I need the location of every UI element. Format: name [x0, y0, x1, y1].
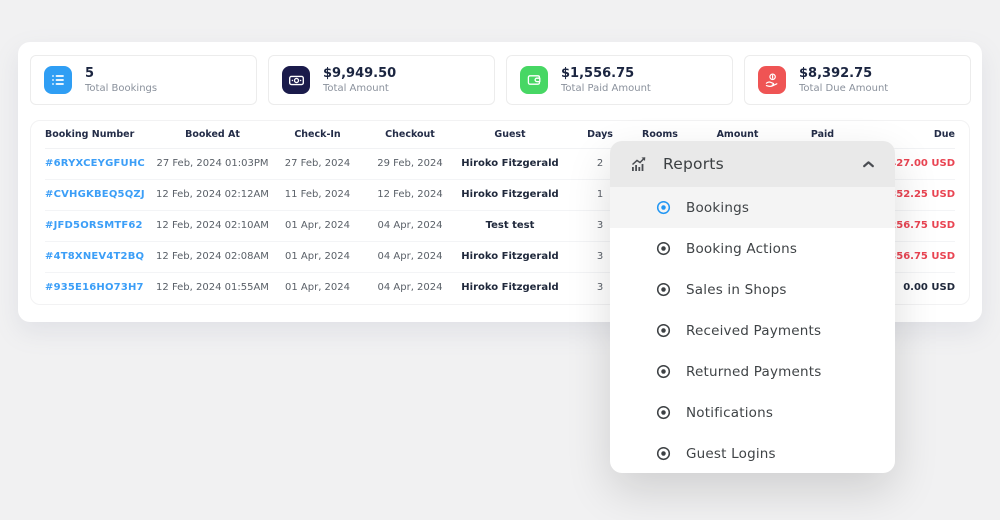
- chevron-up-icon: [862, 160, 875, 169]
- menu-item-label: Bookings: [686, 200, 749, 216]
- banknote-icon: [282, 66, 310, 94]
- menu-item-notifications[interactable]: Notifications: [610, 392, 895, 433]
- wallet-icon: [520, 66, 548, 94]
- guest-name: Hiroko Fitzgerald: [455, 272, 565, 303]
- stat-card-total-due: $8,392.75 Total Due Amount: [744, 55, 971, 105]
- reports-dropdown: Reports Bookings Booking Actions Sales i…: [610, 141, 895, 473]
- col-guest: Guest: [455, 121, 565, 148]
- menu-item-label: Received Payments: [686, 323, 821, 339]
- menu-item-bookings[interactable]: Bookings: [610, 187, 895, 228]
- radio-icon: [656, 323, 671, 338]
- booking-number-link[interactable]: #CVHGKBEQ5QZJ: [45, 179, 155, 210]
- col-booking-number: Booking Number: [45, 121, 155, 148]
- menu-item-label: Returned Payments: [686, 364, 822, 380]
- menu-item-sales-in-shops[interactable]: Sales in Shops: [610, 269, 895, 310]
- menu-item-returned-payments[interactable]: Returned Payments: [610, 351, 895, 392]
- chart-icon: [630, 155, 648, 173]
- stat-value: $8,392.75: [799, 66, 888, 82]
- booked-at: 27 Feb, 2024 01:03PM: [155, 148, 270, 179]
- radio-icon: [656, 282, 671, 297]
- stat-label: Total Paid Amount: [561, 83, 651, 94]
- menu-item-label: Guest Logins: [686, 446, 776, 462]
- menu-item-label: Notifications: [686, 405, 773, 421]
- booking-number-link[interactable]: #935E16HO73H7: [45, 272, 155, 303]
- booked-at: 12 Feb, 2024 01:55AM: [155, 272, 270, 303]
- stat-value: $9,949.50: [323, 66, 396, 82]
- stat-label: Total Bookings: [85, 83, 157, 94]
- col-booked-at: Booked At: [155, 121, 270, 148]
- check-in: 27 Feb, 2024: [270, 148, 365, 179]
- radio-icon: [656, 446, 671, 461]
- booking-number-link[interactable]: #JFD5ORSMTF62: [45, 210, 155, 241]
- radio-icon: [656, 364, 671, 379]
- menu-item-guest-logins[interactable]: Guest Logins: [610, 433, 895, 473]
- list-icon: [44, 66, 72, 94]
- stat-cards-row: 5 Total Bookings $9,949.50 Total Amount: [30, 55, 971, 105]
- stat-value: 5: [85, 66, 157, 82]
- reports-dropdown-header[interactable]: Reports: [610, 141, 895, 187]
- checkout: 04 Apr, 2024: [365, 210, 455, 241]
- booked-at: 12 Feb, 2024 02:08AM: [155, 241, 270, 272]
- checkout: 04 Apr, 2024: [365, 272, 455, 303]
- check-in: 11 Feb, 2024: [270, 179, 365, 210]
- radio-icon: [656, 200, 671, 215]
- checkout: 04 Apr, 2024: [365, 241, 455, 272]
- menu-item-booking-actions[interactable]: Booking Actions: [610, 228, 895, 269]
- reports-dropdown-title: Reports: [663, 155, 724, 173]
- menu-item-label: Sales in Shops: [686, 282, 787, 298]
- stat-card-total-amount: $9,949.50 Total Amount: [268, 55, 495, 105]
- guest-name: Hiroko Fitzgerald: [455, 148, 565, 179]
- menu-item-received-payments[interactable]: Received Payments: [610, 310, 895, 351]
- col-check-in: Check-In: [270, 121, 365, 148]
- stat-label: Total Amount: [323, 83, 396, 94]
- radio-icon: [656, 241, 671, 256]
- check-in: 01 Apr, 2024: [270, 241, 365, 272]
- radio-icon: [656, 405, 671, 420]
- stat-card-total-bookings: 5 Total Bookings: [30, 55, 257, 105]
- booking-number-link[interactable]: #4T8XNEV4T2BQ: [45, 241, 155, 272]
- stat-label: Total Due Amount: [799, 83, 888, 94]
- stat-value: $1,556.75: [561, 66, 651, 82]
- booked-at: 12 Feb, 2024 02:10AM: [155, 210, 270, 241]
- check-in: 01 Apr, 2024: [270, 272, 365, 303]
- booking-number-link[interactable]: #6RYXCEYGFUHC: [45, 148, 155, 179]
- checkout: 29 Feb, 2024: [365, 148, 455, 179]
- hand-coin-icon: [758, 66, 786, 94]
- booked-at: 12 Feb, 2024 02:12AM: [155, 179, 270, 210]
- guest-name: Test test: [455, 210, 565, 241]
- checkout: 12 Feb, 2024: [365, 179, 455, 210]
- col-checkout: Checkout: [365, 121, 455, 148]
- guest-name: Hiroko Fitzgerald: [455, 179, 565, 210]
- guest-name: Hiroko Fitzgerald: [455, 241, 565, 272]
- menu-item-label: Booking Actions: [686, 241, 797, 257]
- check-in: 01 Apr, 2024: [270, 210, 365, 241]
- stat-card-total-paid: $1,556.75 Total Paid Amount: [506, 55, 733, 105]
